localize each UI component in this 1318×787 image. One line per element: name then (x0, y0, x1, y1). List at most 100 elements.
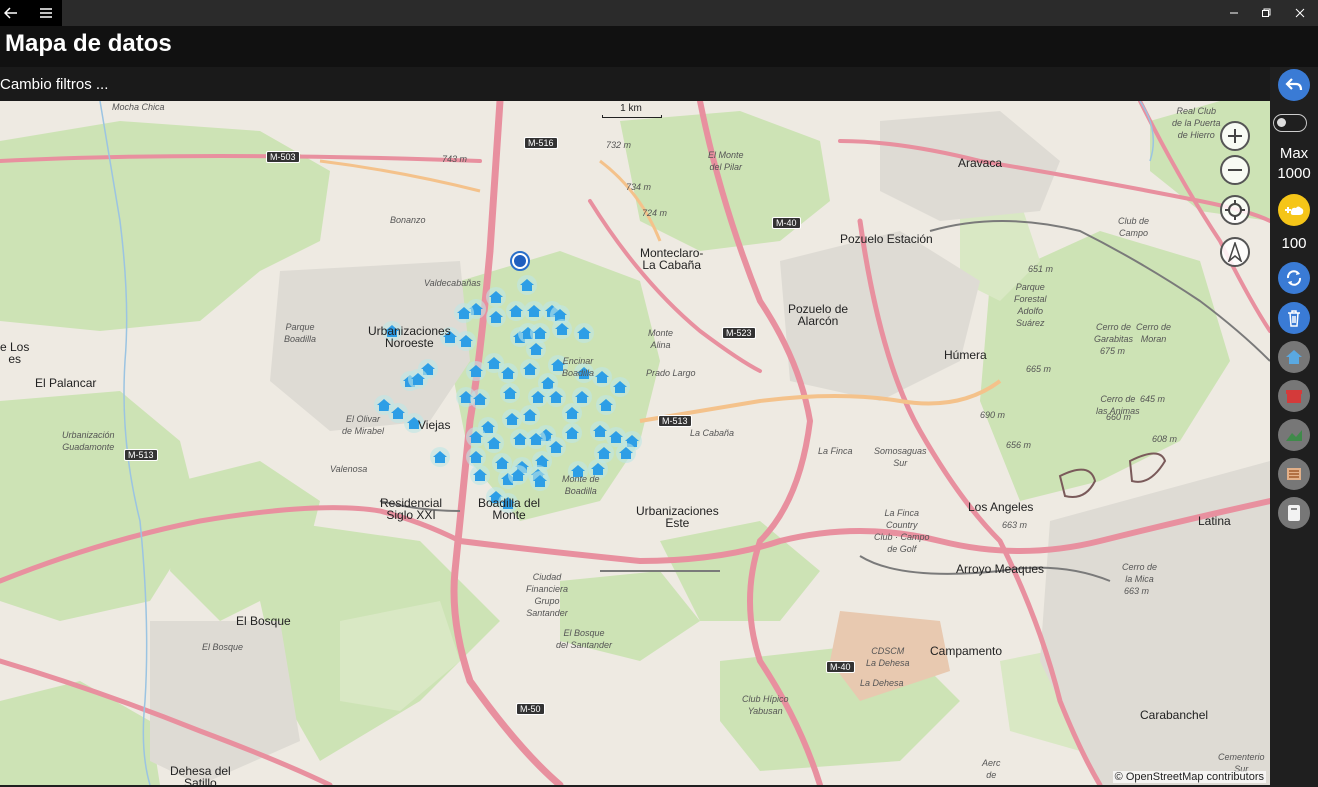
place-club-de-campo: Club de Campo (1118, 216, 1150, 238)
property-marker[interactable] (530, 471, 550, 491)
property-marker[interactable] (517, 275, 537, 295)
property-markers-layer[interactable] (0, 101, 1270, 785)
back-button[interactable] (1278, 69, 1310, 101)
property-marker[interactable] (408, 369, 428, 389)
property-marker[interactable] (528, 387, 548, 407)
layer-shops-button[interactable] (1278, 380, 1310, 412)
property-marker[interactable] (610, 377, 630, 397)
place-pozuelo-estacion: Pozuelo Estación (840, 232, 933, 246)
property-marker[interactable] (574, 323, 594, 343)
property-marker[interactable] (486, 287, 506, 307)
elevation-690: 690 m (980, 410, 1006, 420)
place-los: e Los es (0, 340, 30, 366)
place-bosque-santander: El Bosque del Santander (556, 628, 613, 650)
hamburger-icon[interactable] (34, 0, 58, 26)
elevation-663b: 663 m (1124, 586, 1150, 596)
property-marker[interactable] (498, 363, 518, 383)
place-bonanzo: Bonanzo (390, 215, 426, 225)
place-parque-boadilla: Parque Boadilla (284, 322, 317, 344)
map-scale-bar: 1 km (600, 101, 664, 119)
elevation-651: 651 m (1028, 264, 1054, 274)
place-campamento: Campamento (930, 644, 1003, 658)
property-marker[interactable] (572, 387, 592, 407)
property-marker[interactable] (616, 443, 636, 463)
max-label: Max (1279, 145, 1309, 162)
property-marker[interactable] (520, 405, 540, 425)
place-pozuelo-de-alarcon: Pozuelo de Alarcón (788, 302, 849, 328)
property-marker[interactable] (502, 409, 522, 429)
property-marker[interactable] (526, 429, 546, 449)
count-value: 100 (1281, 235, 1307, 252)
cloud-plus-icon (1285, 206, 1304, 215)
garage-icon (1287, 468, 1301, 480)
undo-arrow-icon (1285, 78, 1303, 91)
minimize-icon[interactable] (1220, 0, 1248, 26)
layer-garages-button[interactable] (1278, 458, 1310, 490)
property-marker[interactable] (456, 331, 476, 351)
place-ciudad-financiera: Ciudad Financiera Grupo Santander (526, 572, 569, 618)
place-mocha-chica: Mocha Chica (112, 102, 165, 112)
refresh-icon (1286, 270, 1302, 286)
place-valdecabanas: Valdecabañas (424, 278, 481, 288)
property-marker[interactable] (526, 339, 546, 359)
property-marker[interactable] (466, 427, 486, 447)
compass-north-icon (1227, 242, 1243, 262)
property-marker[interactable] (524, 301, 544, 321)
road-m513-east: M-513 (658, 415, 692, 427)
place-residencial-siglo-xxi: Residencial Siglo XXI (380, 496, 443, 522)
place-el-olivar: El Olivar de Mirabel (342, 414, 385, 436)
property-marker[interactable] (486, 307, 506, 327)
place-el-monte-del-pilar: El Monte del Pilar (708, 150, 744, 172)
property-marker[interactable] (594, 443, 614, 463)
elevation-608: 608 m (1152, 434, 1178, 444)
place-humera: Húmera (944, 348, 987, 362)
property-marker[interactable] (546, 387, 566, 407)
property-marker[interactable] (430, 447, 450, 467)
close-icon[interactable] (1286, 0, 1314, 26)
property-marker[interactable] (562, 423, 582, 443)
locate-me-button[interactable] (1220, 195, 1250, 225)
minus-icon (1228, 169, 1242, 171)
place-valenosa: Valenosa (330, 464, 368, 474)
place-la-finca-country-club: La Finca Country Club · Campo de Golf (874, 508, 930, 554)
toggle-switch[interactable] (1273, 114, 1307, 132)
elevation-675: 675 m (1100, 346, 1126, 356)
place-encinar-boadilla: Encinar Boadilla (562, 356, 595, 378)
page-header (0, 26, 1318, 67)
place-monte-alina: Monte Alina (648, 328, 674, 350)
restore-icon[interactable] (1252, 0, 1280, 26)
zoom-out-button[interactable] (1220, 155, 1250, 185)
property-marker[interactable] (470, 389, 490, 409)
property-marker[interactable] (500, 383, 520, 403)
property-marker[interactable] (508, 465, 528, 485)
delete-button[interactable] (1278, 302, 1310, 334)
property-marker[interactable] (506, 301, 526, 321)
road-m516: M-516 (524, 137, 558, 149)
change-filters-link[interactable]: Cambio filtros ... (0, 76, 108, 93)
compass-button[interactable] (1220, 237, 1250, 267)
place-el-bosque-2: El Bosque (202, 642, 244, 652)
property-marker[interactable] (484, 433, 504, 453)
property-marker[interactable] (596, 395, 616, 415)
property-marker[interactable] (466, 447, 486, 467)
property-marker[interactable] (466, 361, 486, 381)
map-view[interactable]: 1 km Mocha Chica Bonanzo Valdecabañas Ur… (0, 101, 1270, 785)
add-download-button[interactable] (1278, 194, 1310, 226)
layer-storage-button[interactable] (1278, 497, 1310, 529)
back-arrow-icon[interactable] (0, 0, 22, 26)
property-marker[interactable] (470, 465, 490, 485)
property-marker[interactable] (592, 367, 612, 387)
map-attribution: © OpenStreetMap contributors (1112, 771, 1266, 783)
property-marker[interactable] (454, 303, 474, 323)
elevation-665: 665 m (1026, 364, 1052, 374)
layer-land-button[interactable] (1278, 419, 1310, 451)
trash-icon (1288, 310, 1300, 327)
zoom-in-button[interactable] (1220, 121, 1250, 151)
place-real-club-puerta-hierro: Real Club de la Puerta de Hierro (1172, 106, 1221, 140)
elevation-663: 663 m (1002, 520, 1028, 530)
property-marker[interactable] (552, 319, 572, 339)
road-m40-north: M-40 (772, 217, 801, 229)
refresh-button[interactable] (1278, 262, 1310, 294)
property-marker[interactable] (520, 359, 540, 379)
layer-homes-button[interactable] (1278, 341, 1310, 373)
